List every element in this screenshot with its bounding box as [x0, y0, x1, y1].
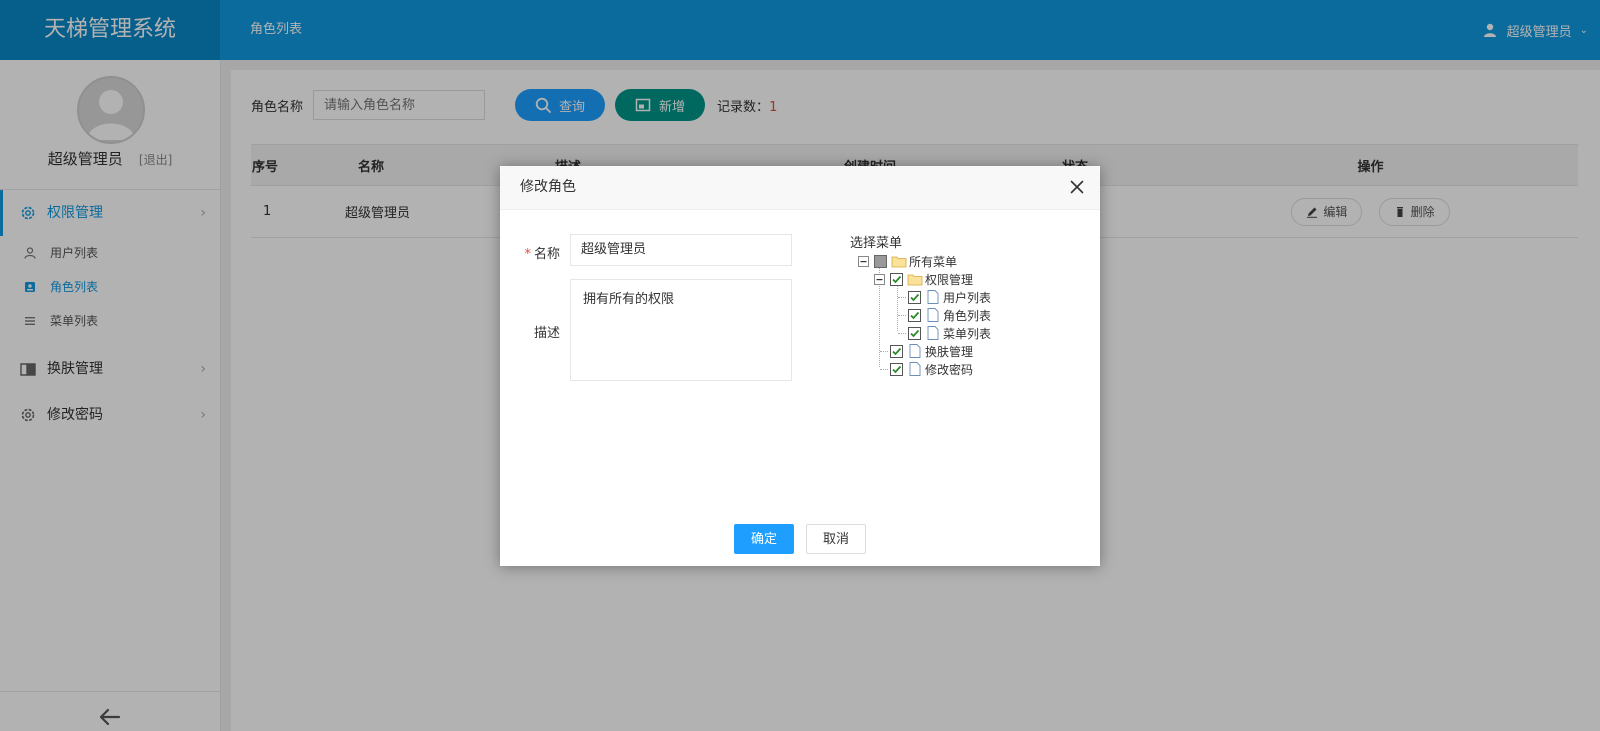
- file-icon: [909, 344, 921, 358]
- tree-connector: [898, 333, 906, 334]
- tree-node-user-list[interactable]: 用户列表: [908, 288, 991, 306]
- tree-node-password[interactable]: 修改密码: [890, 360, 973, 378]
- file-icon: [927, 326, 939, 340]
- menu-tree-title: 选择菜单: [850, 236, 903, 251]
- folder-open-icon: [891, 256, 907, 268]
- tree-checkbox-checked[interactable]: [890, 272, 903, 286]
- confirm-button[interactable]: 确定: [734, 524, 795, 554]
- tree-node-skin[interactable]: 换肤管理: [890, 342, 973, 360]
- tree-node-label: 所有菜单: [909, 254, 958, 269]
- tree-node-role-list[interactable]: 角色列表: [908, 306, 991, 324]
- edit-role-dialog: 修改角色 * 名称 超级管理员 描述 拥有所有的权限 选择菜单 所有菜单 权限管理: [500, 166, 1100, 566]
- required-mark: *: [524, 247, 531, 262]
- name-label: * 名称: [500, 243, 560, 262]
- cancel-button[interactable]: 取消: [806, 524, 867, 554]
- description-label: 描述: [533, 326, 560, 341]
- file-icon: [927, 290, 939, 304]
- tree-node-label: 修改密码: [925, 362, 974, 377]
- tree-checkbox-checked[interactable]: [890, 362, 903, 376]
- tree-connector: [880, 351, 888, 352]
- collapse-minus-icon[interactable]: [874, 273, 885, 285]
- tree-connector: [898, 297, 906, 298]
- tree-node-label: 菜单列表: [943, 326, 992, 341]
- tree-checkbox-partial[interactable]: [874, 254, 887, 268]
- dialog-header: 修改角色: [500, 166, 1100, 210]
- tree-checkbox-checked[interactable]: [908, 290, 921, 304]
- collapse-minus-icon[interactable]: [858, 255, 869, 267]
- close-icon[interactable]: [1070, 180, 1084, 194]
- role-name-field[interactable]: 超级管理员: [570, 234, 792, 266]
- tree-checkbox-checked[interactable]: [908, 326, 921, 340]
- tree-node-permission[interactable]: 权限管理: [874, 270, 973, 288]
- tree-node-label: 角色列表: [943, 308, 992, 323]
- tree-checkbox-checked[interactable]: [908, 308, 921, 322]
- file-icon: [909, 362, 921, 376]
- tree-node-menu-list[interactable]: 菜单列表: [908, 324, 991, 342]
- tree-node-label: 权限管理: [925, 272, 974, 287]
- tree-connector: [897, 283, 898, 331]
- tree-checkbox-checked[interactable]: [890, 344, 903, 358]
- tree-node-label: 换肤管理: [925, 344, 974, 359]
- tree-node-root[interactable]: 所有菜单: [858, 252, 957, 270]
- dialog-title: 修改角色: [520, 179, 576, 195]
- folder-open-icon: [907, 274, 923, 286]
- name-label-text: 名称: [533, 247, 560, 262]
- tree-node-label: 用户列表: [943, 290, 992, 305]
- tree-connector: [880, 369, 888, 370]
- role-description-field[interactable]: 拥有所有的权限: [570, 279, 792, 381]
- tree-connector: [898, 315, 906, 316]
- file-icon: [927, 308, 939, 322]
